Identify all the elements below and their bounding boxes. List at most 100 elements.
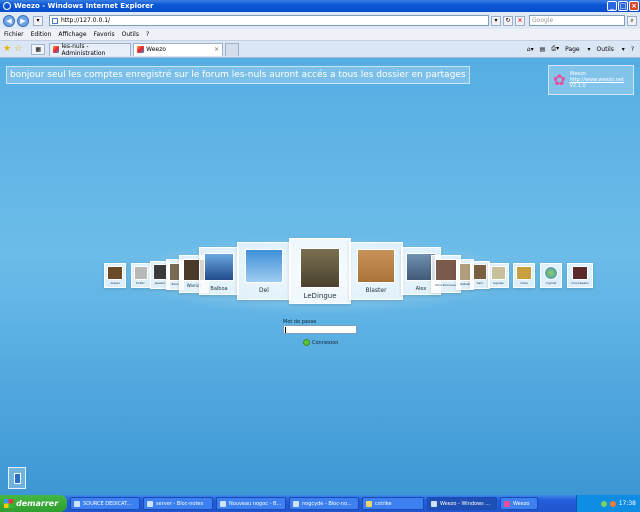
refresh-icon[interactable]: ↻: [503, 15, 513, 26]
user-card-selected[interactable]: LeDingue: [289, 238, 351, 304]
start-label: demarrer: [16, 499, 59, 508]
taskbar-item[interactable]: Weezo: [500, 497, 538, 510]
ie-icon: [431, 500, 437, 507]
user-avatar: [357, 249, 395, 283]
system-tray: 17:38: [576, 495, 640, 512]
quick-tabs-icon[interactable]: ▦: [31, 43, 46, 55]
logo-version: V2.1.0: [569, 83, 586, 89]
title-bar: Weezo - Windows Internet Explorer _ □ ×: [0, 0, 640, 12]
taskbar-item[interactable]: cstrike: [362, 497, 424, 510]
password-input[interactable]: [283, 325, 357, 334]
search-icon[interactable]: ⌕: [627, 15, 637, 26]
user-name: LeDingue: [303, 292, 337, 300]
notepad-icon: [293, 500, 299, 507]
maximize-button[interactable]: □: [618, 1, 628, 11]
folder-icon: [366, 500, 372, 507]
tab-bar: ★ ☆ ▦ les-nuls - Administration Weezo × …: [0, 41, 640, 58]
menu-help[interactable]: ?: [146, 31, 149, 38]
user-name: Blaster: [365, 287, 387, 294]
menu-outils[interactable]: Outils: [122, 31, 139, 38]
user-name: moonbeans: [571, 281, 589, 285]
weezo-icon: [137, 46, 145, 53]
weezo-icon: [504, 500, 510, 507]
print-icon[interactable]: ⎙▾: [551, 45, 559, 53]
menu-fichier[interactable]: Fichier: [4, 31, 24, 38]
add-favorite-icon[interactable]: ☆: [14, 44, 22, 54]
menu-affichage[interactable]: Affichage: [58, 31, 86, 38]
connexion-button[interactable]: Connexion: [303, 339, 338, 346]
minimize-button[interactable]: _: [607, 1, 617, 11]
new-tab-button[interactable]: [225, 42, 240, 56]
back-icon[interactable]: ◀: [3, 14, 15, 27]
welcome-banner: bonjour seul les comptes enregistré sur …: [6, 66, 470, 84]
tray-network-icon[interactable]: [600, 500, 607, 507]
site-icon: [53, 46, 60, 53]
connexion-icon: [303, 339, 310, 346]
taskbar-item[interactable]: Nouveau nogoc - B...: [216, 497, 286, 510]
user-name: wissel: [110, 281, 120, 285]
taskbar-item[interactable]: server - Bloc-notes: [143, 497, 213, 510]
tab-administration[interactable]: les-nuls - Administration: [49, 42, 132, 57]
user-name: Balboa: [210, 286, 228, 292]
forward-icon[interactable]: ▶: [17, 14, 29, 27]
menu-bar: Fichier Edition Affichage Favoris Outils…: [0, 29, 640, 41]
user-card[interactable]: mymet: [540, 263, 562, 288]
favorites-star-icon[interactable]: ★: [3, 44, 11, 54]
user-card[interactable]: legolas: [488, 263, 509, 288]
user-avatar: [133, 266, 148, 280]
user-card[interactable]: Blaster: [349, 242, 403, 300]
user-avatar: [300, 248, 340, 288]
user-card[interactable]: Balboa: [199, 247, 239, 295]
user-avatar: [435, 259, 457, 281]
help-icon[interactable]: ?: [631, 46, 634, 53]
user-name: mymet: [545, 281, 557, 285]
user-avatar: [544, 266, 558, 280]
user-card[interactable]: moonbeans: [567, 263, 593, 288]
start-button[interactable]: demarrer: [0, 495, 67, 512]
home-icon[interactable]: ⌂▾: [527, 46, 534, 53]
user-card[interactable]: Sam: [470, 261, 490, 289]
user-avatar: [516, 266, 532, 280]
url-dropdown-icon[interactable]: ▾: [491, 15, 501, 26]
tools-menu[interactable]: Outils ▾: [597, 46, 625, 53]
page-menu[interactable]: Page ▾: [565, 46, 590, 53]
connexion-label: Connexion: [312, 339, 339, 346]
user-avatar: [491, 266, 506, 280]
tab-weezo[interactable]: Weezo ×: [133, 42, 224, 56]
taskbar-item-active[interactable]: Weezo - Windows ...: [427, 497, 497, 510]
page-icon: [52, 17, 58, 24]
ie-icon: [3, 2, 11, 10]
search-input[interactable]: Google: [529, 15, 625, 26]
user-card[interactable]: mike: [513, 263, 535, 288]
text-caret: [285, 327, 286, 333]
close-tab-icon[interactable]: ×: [210, 46, 219, 53]
clock: 17:38: [618, 500, 636, 507]
url-text: http://127.0.0.1/: [61, 17, 111, 24]
taskbar-item[interactable]: nogcyde - Bloc-no...: [289, 497, 359, 510]
notepad-icon: [220, 500, 226, 507]
tools-menu-label: Outils: [596, 45, 614, 53]
taskbar: demarrer SOURCE DEDICAT... server - Bloc…: [0, 495, 640, 512]
mobile-widget[interactable]: [8, 467, 26, 489]
user-avatar: [153, 264, 167, 280]
user-card[interactable]: Public: [131, 263, 150, 288]
app-icon: [74, 500, 80, 507]
windows-logo-icon: [4, 499, 13, 508]
notepad-icon: [147, 500, 153, 507]
weezo-logo-icon: ✿: [553, 71, 566, 89]
history-dropdown-icon[interactable]: ▾: [33, 15, 43, 26]
menu-favoris[interactable]: Favoris: [94, 31, 115, 38]
user-name: Del: [259, 287, 269, 294]
user-card[interactable]: Del: [237, 242, 291, 300]
user-name: Public: [136, 281, 145, 285]
url-input[interactable]: http://127.0.0.1/: [49, 15, 489, 26]
page-menu-label: Page: [565, 45, 580, 53]
close-button[interactable]: ×: [629, 1, 639, 11]
stop-icon[interactable]: ×: [515, 15, 525, 26]
menu-edition[interactable]: Edition: [31, 31, 52, 38]
taskbar-item[interactable]: SOURCE DEDICAT...: [70, 497, 140, 510]
weezo-logo-box: ✿ Weezo http://www.weezo.net V2.1.0: [548, 65, 634, 95]
user-card[interactable]: wissel: [104, 263, 126, 288]
tray-app-icon[interactable]: [609, 500, 616, 507]
feeds-icon[interactable]: ▤: [540, 46, 546, 53]
